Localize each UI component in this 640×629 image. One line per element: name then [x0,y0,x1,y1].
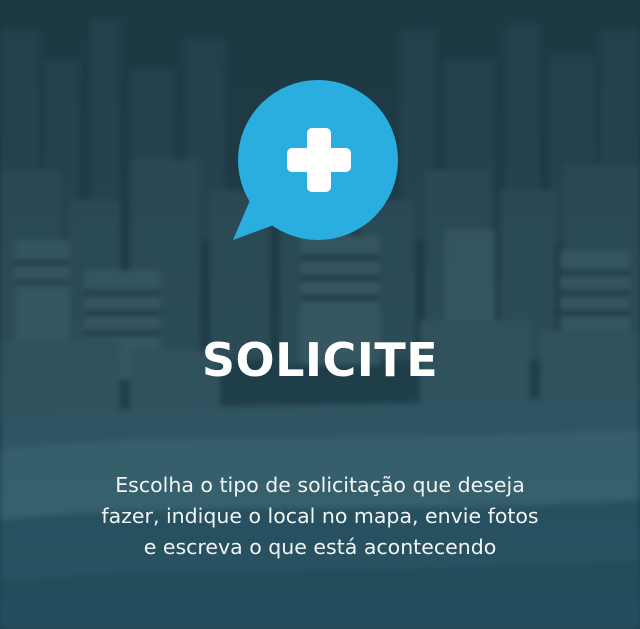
onboarding-screen: SOLICITE Escolha o tipo de solicitação q… [0,0,640,629]
description-text: Escolha o tipo de solicitação que deseja… [40,470,600,563]
plus-chat-bubble-icon [233,80,398,240]
description-line-2: fazer, indique o local no mapa, envie fo… [101,504,539,528]
page-title: SOLICITE [201,333,439,387]
description-line-3: e escreva o que está acontecendo [143,535,497,559]
description-line-1: Escolha o tipo de solicitação que deseja [115,473,525,497]
